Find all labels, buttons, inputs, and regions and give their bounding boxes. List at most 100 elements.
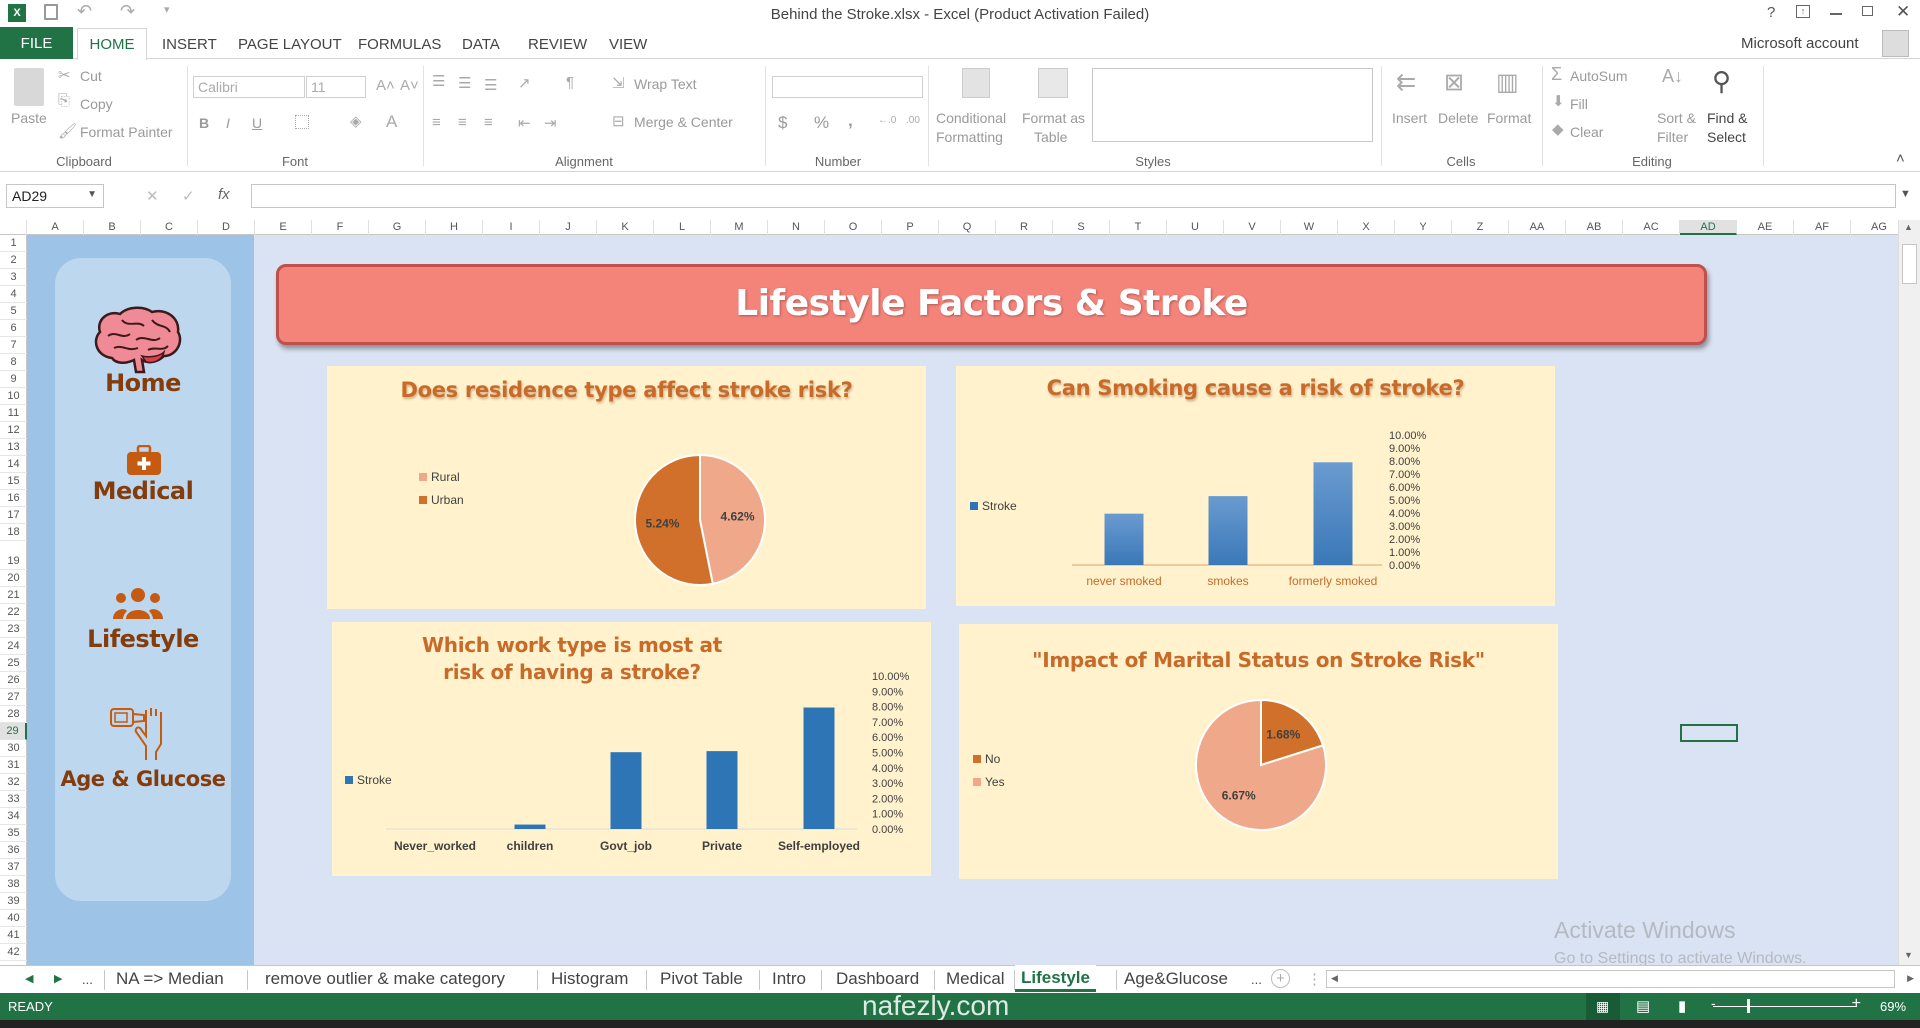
tab-review[interactable]: REVIEW	[528, 32, 587, 59]
column-header[interactable]: D	[198, 220, 255, 235]
align-top-icon[interactable]: ☰	[432, 72, 445, 90]
sheet-tab-histogram[interactable]: Histogram	[551, 969, 628, 989]
row-header[interactable]: 21	[0, 587, 27, 604]
sidebar-item-lifestyle[interactable]: Lifestyle	[55, 583, 231, 673]
tab-formulas[interactable]: FORMULAS	[358, 32, 441, 59]
row-header[interactable]: 3	[0, 269, 27, 286]
font-name-select[interactable]: Calibri	[193, 76, 305, 98]
sort-filter-button[interactable]: Sort &	[1657, 110, 1696, 126]
row-header[interactable]: 37	[0, 859, 27, 876]
wrap-text-button[interactable]: Wrap Text	[634, 76, 697, 92]
worksheet[interactable]: Home Medical Lifestyle Age & Glucose Lif…	[27, 235, 1898, 965]
scroll-tabs-right-icon[interactable]: ▶	[54, 972, 62, 985]
tab-data[interactable]: DATA	[462, 32, 500, 59]
scroll-down-icon[interactable]: ▼	[1904, 950, 1913, 960]
chart-marital-status[interactable]: "Impact of Marital Status on Stroke Risk…	[959, 624, 1558, 879]
paste-icon[interactable]	[14, 68, 44, 106]
column-header[interactable]: I	[483, 220, 540, 235]
row-header[interactable]: 28	[0, 706, 27, 723]
column-header[interactable]: C	[141, 220, 198, 235]
column-header[interactable]: Y	[1395, 220, 1452, 235]
column-header[interactable]: L	[654, 220, 711, 235]
column-header[interactable]: Z	[1452, 220, 1509, 235]
chart-smoking[interactable]: Can Smoking cause a risk of stroke? Stro…	[956, 366, 1555, 606]
align-middle-icon[interactable]: ☰	[458, 74, 471, 92]
row-header[interactable]: 4	[0, 286, 27, 303]
row-header[interactable]: 40	[0, 910, 27, 927]
column-header[interactable]: V	[1224, 220, 1281, 235]
row-header[interactable]: 6	[0, 320, 27, 337]
column-header[interactable]: U	[1167, 220, 1224, 235]
account-avatar-icon[interactable]	[1882, 30, 1909, 57]
row-header[interactable]: 8	[0, 354, 27, 371]
row-header[interactable]: 27	[0, 689, 27, 706]
autosum-button[interactable]: AutoSum	[1570, 68, 1628, 84]
align-bottom-icon[interactable]: ☰	[484, 76, 497, 94]
find-select-button-line2[interactable]: Select	[1707, 129, 1746, 145]
paste-button[interactable]: Paste	[11, 110, 47, 126]
bar-private[interactable]	[706, 751, 738, 829]
borders-icon[interactable]	[295, 115, 309, 129]
format-as-table-button[interactable]: Format as	[1022, 110, 1085, 126]
more-tabs-left[interactable]: ...	[82, 972, 93, 987]
font-size-select[interactable]: 11	[306, 76, 366, 98]
orientation-icon[interactable]: ↗	[518, 74, 531, 92]
row-header[interactable]: 26	[0, 672, 27, 689]
decrease-indent-icon[interactable]: ⇤	[518, 114, 531, 132]
column-header[interactable]: H	[426, 220, 483, 235]
column-header[interactable]: T	[1110, 220, 1167, 235]
bar-smokes[interactable]	[1208, 496, 1248, 565]
bar-children[interactable]	[514, 824, 546, 829]
new-sheet-icon[interactable]: +	[1271, 969, 1290, 988]
sheet-tab-age-glucose[interactable]: Age&Glucose	[1124, 969, 1228, 989]
help-button[interactable]: ?	[1767, 4, 1775, 21]
zoom-slider[interactable]: - +	[1711, 995, 1861, 1013]
cut-button[interactable]: Cut	[80, 68, 102, 84]
sheet-tab-medical[interactable]: Medical	[946, 969, 1005, 989]
bar-govt-job[interactable]	[610, 752, 642, 829]
conditional-formatting-button-line2[interactable]: Formatting	[936, 129, 1003, 145]
row-header[interactable]: 34	[0, 808, 27, 825]
column-header[interactable]: X	[1338, 220, 1395, 235]
column-header[interactable]: AE	[1737, 220, 1794, 235]
scroll-tabs-left-icon[interactable]: ◀	[25, 972, 33, 985]
scroll-thumb[interactable]	[1902, 244, 1917, 284]
row-header[interactable]: 2	[0, 252, 27, 269]
cancel-icon[interactable]: ✕	[146, 187, 159, 205]
row-header[interactable]: 30	[0, 740, 27, 757]
column-header[interactable]: K	[597, 220, 654, 235]
row-header[interactable]: 12	[0, 422, 27, 439]
row-header[interactable]: 19	[0, 541, 27, 570]
page-break-view-icon[interactable]: ▮	[1678, 997, 1686, 1015]
row-header[interactable]: 32	[0, 774, 27, 791]
decrease-decimal-icon[interactable]: .00	[906, 115, 920, 126]
vertical-scrollbar[interactable]: ▲ ▼	[1898, 220, 1920, 965]
column-header[interactable]: AC	[1623, 220, 1680, 235]
format-cells-button[interactable]: Format	[1487, 110, 1531, 126]
chart-work-type[interactable]: Which work type is most at risk of havin…	[332, 622, 931, 876]
normal-view-button[interactable]: ▦	[1586, 993, 1620, 1020]
conditional-formatting-button[interactable]: Conditional	[936, 110, 1006, 126]
tab-home[interactable]: HOME	[77, 28, 147, 60]
bar-formerly-smoked[interactable]	[1313, 462, 1353, 565]
zoom-in-icon[interactable]: +	[1852, 995, 1861, 1013]
row-header[interactable]: 33	[0, 791, 27, 808]
column-header[interactable]: N	[768, 220, 825, 235]
row-header[interactable]: 13	[0, 439, 27, 456]
row-header[interactable]: 23	[0, 621, 27, 638]
row-header[interactable]: 25	[0, 655, 27, 672]
selected-cell[interactable]	[1680, 724, 1738, 742]
fill-color-icon[interactable]: ◈	[350, 112, 362, 130]
scroll-left-icon[interactable]: ◀	[1331, 973, 1338, 984]
comma-button[interactable]: ,	[848, 111, 853, 131]
column-header[interactable]: R	[996, 220, 1053, 235]
column-header[interactable]: O	[825, 220, 882, 235]
expand-formula-bar-icon[interactable]: ▼	[1900, 188, 1911, 200]
row-header[interactable]: 14	[0, 456, 27, 473]
align-right-icon[interactable]: ≡	[484, 114, 493, 131]
text-direction-icon[interactable]: ¶	[566, 74, 574, 91]
copy-button[interactable]: Copy	[80, 96, 113, 112]
formula-input[interactable]	[251, 184, 1896, 208]
column-header[interactable]: AD	[1680, 220, 1737, 235]
tab-insert[interactable]: INSERT	[162, 32, 217, 59]
